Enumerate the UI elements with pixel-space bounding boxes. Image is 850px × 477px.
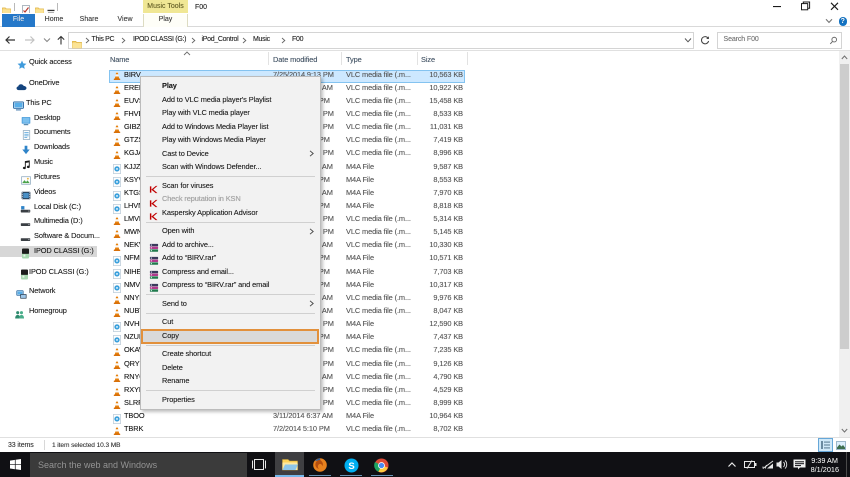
svg-text:S: S xyxy=(348,461,354,472)
